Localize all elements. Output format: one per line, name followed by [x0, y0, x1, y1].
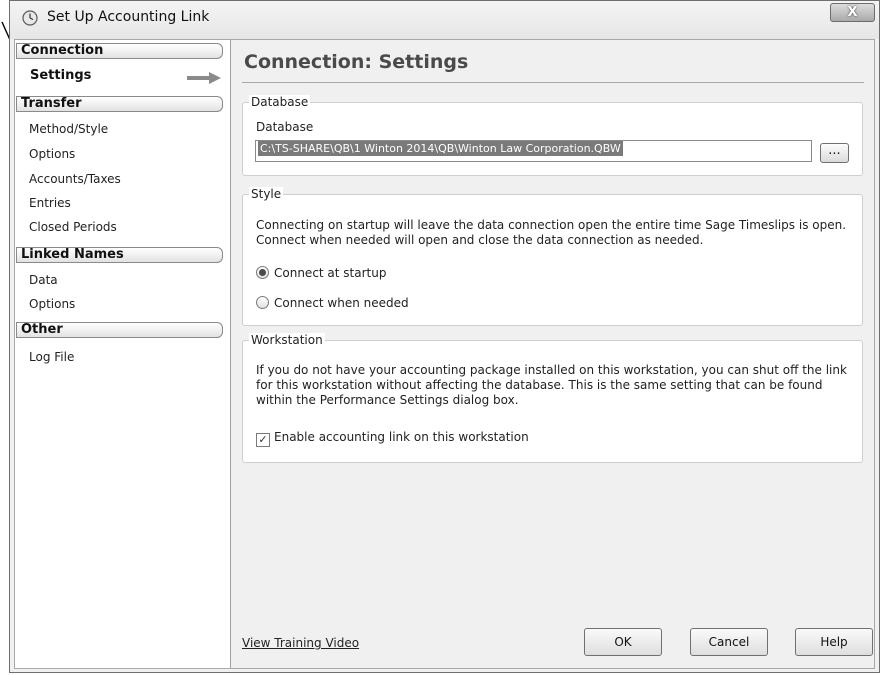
workstation-group: Workstation If you do not have your acco… [242, 333, 863, 463]
style-group-legend: Style [249, 187, 284, 201]
sidebar-item-entries[interactable]: Entries [29, 195, 71, 211]
section-other[interactable]: Other [16, 322, 223, 338]
ok-button[interactable]: OK [584, 628, 662, 656]
settings-panel: Connection: Settings Database Database C… [231, 40, 874, 668]
right-arrow-icon [187, 72, 221, 84]
radio-selected-icon[interactable] [256, 266, 269, 279]
title-divider [242, 82, 864, 83]
connect-at-startup-radio[interactable]: Connect at startup [256, 265, 386, 281]
sidebar-item-data[interactable]: Data [29, 272, 58, 288]
database-path-value: C:\TS-SHARE\QB\1 Winton 2014\QB\Winton L… [258, 141, 623, 156]
style-group: Style Connecting on startup will leave t… [242, 187, 863, 326]
browse-button[interactable]: ... [820, 143, 849, 163]
section-connection[interactable]: Connection [16, 43, 223, 59]
workstation-description: If you do not have your accounting packa… [256, 363, 847, 407]
dialog-body: Connection Settings Transfer Method/Styl… [14, 39, 875, 669]
database-group: Database Database C:\TS-SHARE\QB\1 Winto… [242, 95, 863, 176]
sidebar-item-closed-periods[interactable]: Closed Periods [29, 219, 117, 235]
enable-link-label: Enable accounting link on this workstati… [274, 430, 529, 444]
title-bar: Set Up Accounting Link X [10, 1, 879, 39]
checkmark-icon[interactable]: ✓ [256, 433, 270, 447]
sidebar: Connection Settings Transfer Method/Styl… [15, 40, 231, 668]
help-button[interactable]: Help [795, 628, 873, 656]
style-description: Connecting on startup will leave the dat… [256, 218, 847, 247]
cancel-button[interactable]: Cancel [690, 628, 768, 656]
database-group-legend: Database [249, 95, 311, 109]
section-transfer[interactable]: Transfer [16, 96, 223, 112]
connect-when-needed-label: Connect when needed [274, 296, 409, 310]
sidebar-item-transfer-options[interactable]: Options [29, 146, 75, 162]
section-linked-names[interactable]: Linked Names [16, 247, 223, 263]
sidebar-item-accounts-taxes[interactable]: Accounts/Taxes [29, 171, 121, 187]
close-button[interactable]: X [830, 3, 875, 22]
clock-icon [22, 10, 38, 26]
window-title: Set Up Accounting Link [47, 9, 210, 25]
sidebar-item-linked-options[interactable]: Options [29, 296, 75, 312]
database-path-input[interactable]: C:\TS-SHARE\QB\1 Winton 2014\QB\Winton L… [255, 140, 812, 162]
connect-at-startup-label: Connect at startup [274, 266, 387, 280]
dialog-window: Set Up Accounting Link X Connection Sett… [9, 0, 880, 673]
sidebar-item-method-style[interactable]: Method/Style [29, 121, 108, 137]
workstation-group-legend: Workstation [249, 333, 325, 347]
view-training-video-link[interactable]: View Training Video [242, 636, 359, 650]
page-title: Connection: Settings [244, 51, 469, 73]
database-field-label: Database [256, 120, 314, 134]
radio-unselected-icon[interactable] [256, 296, 269, 309]
sidebar-item-log-file[interactable]: Log File [29, 349, 74, 365]
connect-when-needed-radio[interactable]: Connect when needed [256, 295, 409, 311]
sidebar-item-settings[interactable]: Settings [30, 68, 91, 84]
enable-link-checkbox[interactable]: ✓ Enable accounting link on this workstat… [256, 429, 529, 447]
